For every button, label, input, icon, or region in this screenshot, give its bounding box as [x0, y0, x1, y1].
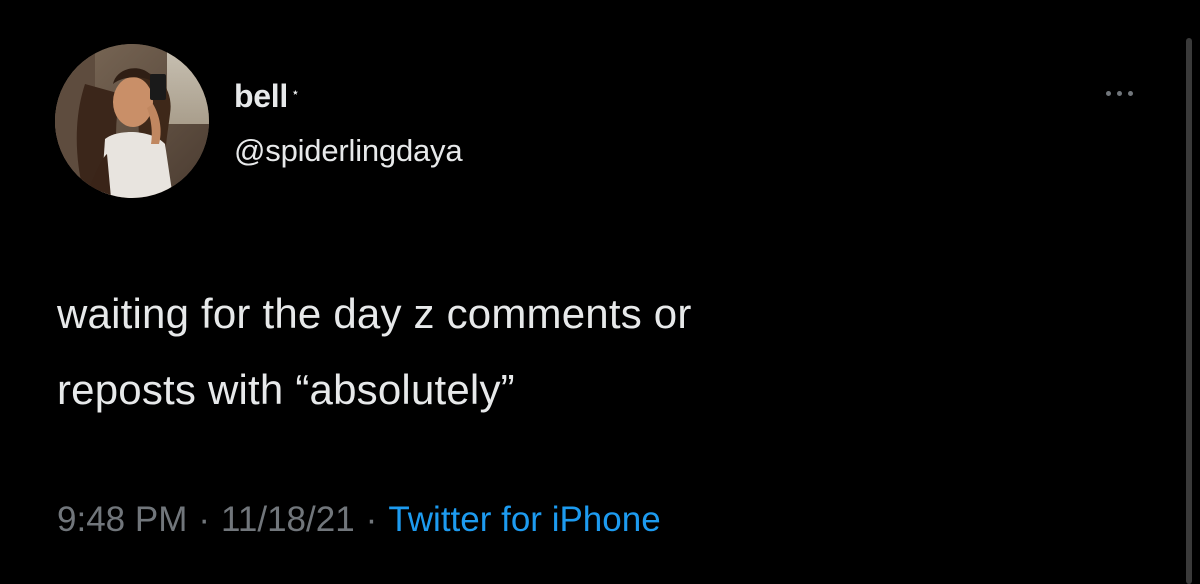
tweet: bell ⋆ @spiderlingdaya waiting for the d… — [0, 0, 1200, 584]
avatar[interactable] — [55, 44, 209, 198]
name-row: bell ⋆ — [234, 76, 300, 116]
tweet-source-link[interactable]: Twitter for iPhone — [388, 500, 660, 540]
tweet-time[interactable]: 9:48 PM — [57, 500, 187, 540]
more-horizontal-icon-dot — [1116, 90, 1122, 96]
meta-separator: · — [198, 500, 211, 539]
avatar-image — [55, 44, 209, 198]
user-handle[interactable]: @spiderlingdaya — [234, 133, 463, 169]
scrollbar[interactable] — [1186, 38, 1192, 584]
more-horizontal-icon-dot — [1127, 90, 1133, 96]
tweet-text: waiting for the day z comments or repost… — [57, 290, 692, 413]
tweet-date[interactable]: 11/18/21 — [221, 500, 355, 540]
meta-separator: · — [365, 500, 378, 539]
sparkle-emoji: ⋆ — [290, 85, 300, 101]
more-options-button[interactable] — [1094, 84, 1144, 102]
more-horizontal-icon — [1105, 90, 1111, 96]
display-name[interactable]: bell — [234, 78, 288, 115]
tweet-meta: 9:48 PM · 11/18/21 · Twitter for iPhone — [57, 500, 661, 540]
